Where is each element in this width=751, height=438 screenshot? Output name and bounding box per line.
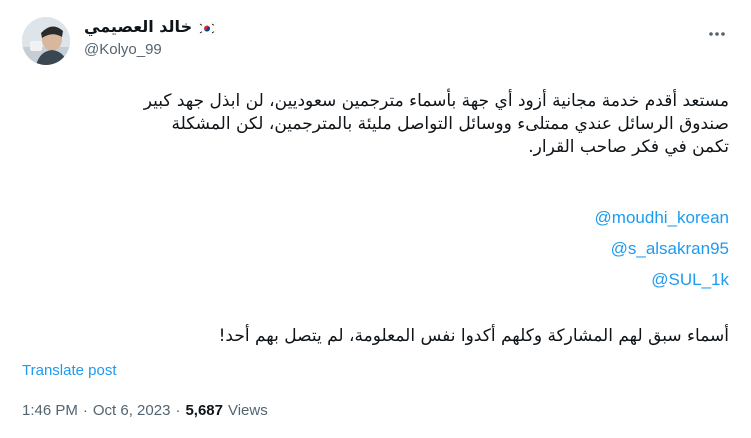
translate-post-link[interactable]: Translate post (22, 362, 117, 379)
meta-separator: · (175, 402, 181, 419)
views-label: Views (227, 402, 268, 419)
avatar-image (22, 17, 70, 65)
avatar[interactable] (22, 17, 70, 65)
author-display-name[interactable]: خالد العصيمي (84, 17, 192, 36)
tweet-paragraph-1: مستعد أقدم خدمة مجانية أزود أي جهة بأسما… (22, 90, 729, 159)
mention-link[interactable]: @SUL_1k (651, 270, 729, 290)
mention-link[interactable]: @s_alsakran95 (611, 239, 729, 259)
meta-separator: · (82, 402, 88, 419)
more-options-button[interactable] (705, 22, 729, 46)
author-handle[interactable]: @Kolyo_99 (84, 41, 162, 58)
tweet-card: خالد العصيمي @Kolyo_99 مستعد أقدم خدمة م… (0, 0, 751, 438)
post-date[interactable]: Oct 6, 2023 (93, 402, 171, 419)
more-dots-icon (709, 32, 725, 36)
south-korea-flag-icon (197, 20, 217, 35)
tweet-line: صندوق الرسائل عندي ممتلىء ووسائل التواصل… (171, 114, 729, 134)
tweet-line: مستعد أقدم خدمة مجانية أزود أي جهة بأسما… (143, 91, 729, 111)
mention-link[interactable]: @moudhi_korean (595, 208, 729, 228)
author-name-row[interactable]: خالد العصيمي (84, 14, 217, 38)
tweet-paragraph-2: أسماء سبق لهم المشاركة وكلهم أكدوا نفس ا… (218, 326, 729, 346)
tweet-line: تكمن في فكر صاحب القرار. (528, 137, 729, 157)
post-time[interactable]: 1:46 PM (22, 402, 78, 419)
tweet-meta: 1:46 PM · Oct 6, 2023 · 5,687 Views (22, 402, 268, 419)
views-count: 5,687 (185, 402, 223, 419)
